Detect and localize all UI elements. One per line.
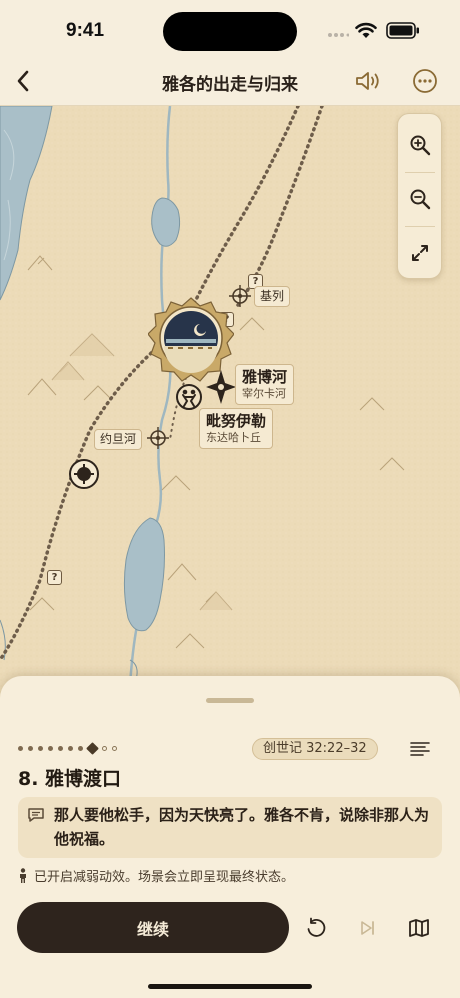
- map-view[interactable]: ? ? ? 基列 雅博河 宰尔卡河 毗努伊勒 东达哈卜丘 约旦河: [0, 106, 460, 726]
- progress-dot: [112, 745, 117, 751]
- zoom-in-button[interactable]: [398, 120, 441, 170]
- expand-icon: [411, 245, 428, 261]
- sheet-grabber[interactable]: [206, 698, 254, 703]
- continue-button[interactable]: 继续: [17, 902, 289, 953]
- replay-button[interactable]: [298, 910, 334, 946]
- place-label-penuel[interactable]: 毗努伊勒 东达哈卜丘: [199, 408, 274, 449]
- place-name: 毗努伊勒: [206, 412, 267, 430]
- place-label-jabbok[interactable]: 雅博河 宰尔卡河: [235, 364, 295, 405]
- battery-icon: [386, 22, 419, 39]
- scene-progress: [18, 741, 117, 755]
- audio-button[interactable]: [351, 65, 385, 97]
- place-label-gilead[interactable]: 基列: [254, 286, 291, 307]
- speaker-icon: [356, 72, 379, 90]
- status-time: 9:41: [66, 20, 105, 41]
- progress-dot-current: [86, 741, 99, 755]
- wifi-icon: [355, 22, 377, 38]
- unknown-place-marker[interactable]: ?: [47, 570, 62, 585]
- zoom-in-icon: [410, 135, 430, 156]
- progress-dot: [28, 745, 33, 751]
- dynamic-island: [163, 12, 297, 51]
- scene-list-button[interactable]: [404, 734, 436, 764]
- ellipsis-circle-icon: [413, 69, 437, 93]
- scripture-reference-badge[interactable]: 创世记 32:22–32: [252, 738, 378, 760]
- home-indicator: [148, 984, 312, 989]
- compass-rose-marker-jabbok[interactable]: [206, 370, 236, 404]
- divider: [405, 172, 435, 173]
- chevron-left-icon: [17, 70, 29, 92]
- page-title: 雅各的出走与归来: [162, 75, 298, 95]
- progress-dot: [78, 745, 83, 751]
- progress-dot: [68, 745, 73, 751]
- scripture-quote: 那人要他松手，因为天快亮了。雅各不肯，说除非那人为他祝福。: [18, 797, 442, 858]
- scene-title: 8. 雅博渡口: [18, 768, 122, 790]
- more-button[interactable]: [408, 65, 442, 97]
- progress-dot: [58, 745, 63, 751]
- progress-dot: [48, 745, 53, 751]
- zoom-out-button[interactable]: [398, 174, 441, 224]
- person-icon: [20, 867, 26, 883]
- place-subname: 东达哈卜丘: [206, 431, 261, 444]
- back-button[interactable]: [8, 64, 38, 98]
- map-zoom-controls: [397, 113, 442, 279]
- replay-icon: [307, 917, 326, 937]
- reduced-motion-text: 已开启减弱动效。场景会立即呈现最终状态。: [34, 870, 295, 885]
- map-icon: [409, 919, 429, 937]
- place-subname: 宰尔卡河: [242, 387, 286, 400]
- nav-bar: 雅各的出走与归来: [0, 56, 460, 106]
- skip-forward-icon: [361, 921, 374, 935]
- wrestling-figure-marker-penuel[interactable]: [175, 383, 203, 411]
- compass-marker-jordan[interactable]: [145, 425, 171, 451]
- status-bar: 9:41: [0, 0, 460, 56]
- place-label-jordan[interactable]: 约旦河: [94, 429, 143, 450]
- place-name: 约旦河: [100, 432, 137, 446]
- reduced-motion-note: 已开启减弱动效。场景会立即呈现最终状态。: [18, 866, 294, 885]
- divider: [405, 226, 435, 227]
- start-point-marker[interactable]: [68, 458, 100, 490]
- zoom-out-icon: [410, 189, 430, 210]
- progress-dot: [18, 745, 23, 751]
- map-view-button[interactable]: [401, 910, 437, 946]
- cellular-signal-icon: [328, 33, 349, 37]
- list-icon: [410, 742, 430, 756]
- place-name: 基列: [260, 289, 285, 303]
- progress-dot: [38, 745, 43, 751]
- place-name: 雅博河: [242, 368, 288, 386]
- fullscreen-button[interactable]: [398, 228, 441, 278]
- skip-forward-button[interactable]: [350, 910, 386, 946]
- progress-dot: [102, 745, 107, 751]
- quote-text: 那人要他松手，因为天快亮了。雅各不肯，说除非那人为他祝福。: [54, 806, 430, 848]
- speech-bubble-icon: [28, 808, 44, 822]
